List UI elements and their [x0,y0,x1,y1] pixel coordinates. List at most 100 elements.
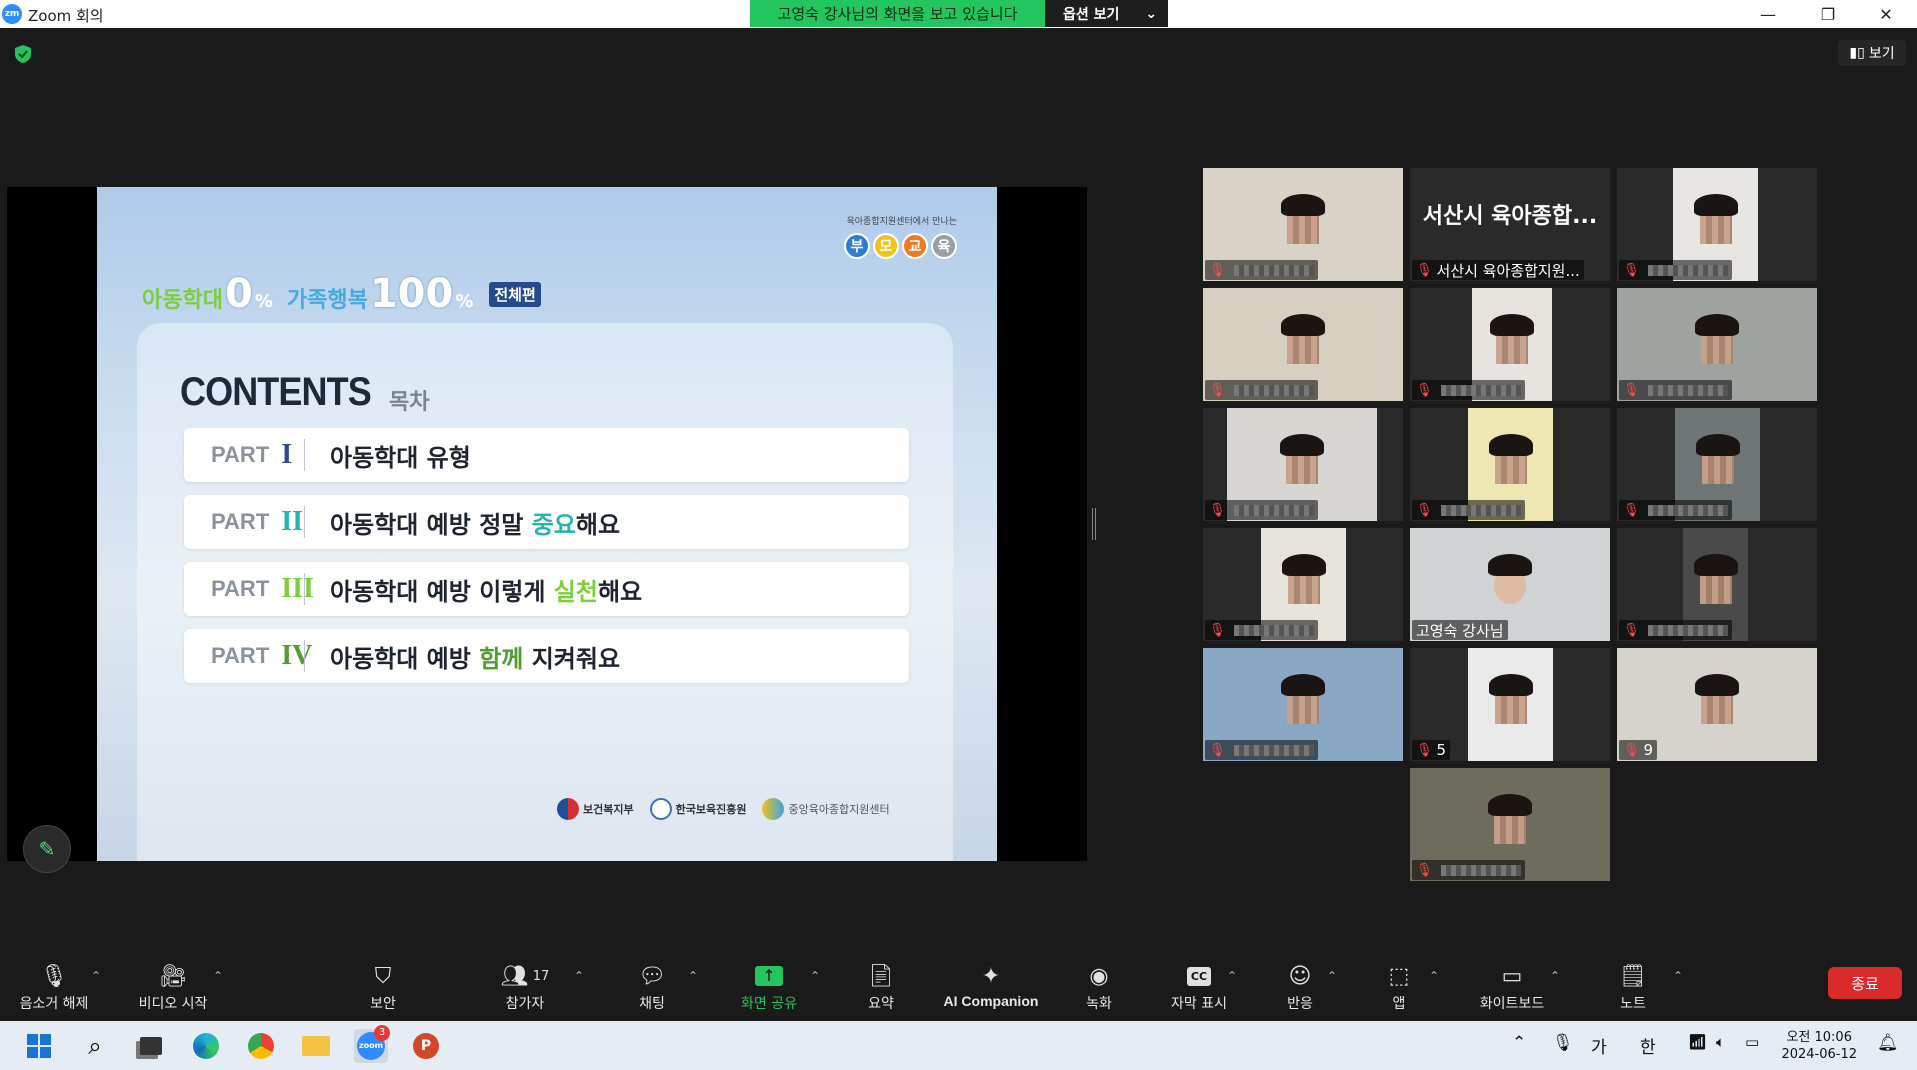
toc-part-label: PART [211,576,270,601]
participant-tile[interactable]: 서산시 육아종합... 🎙︎ 서산시 육아종합지원... [1410,168,1610,281]
participant-name-label: 🎙︎ [1412,500,1525,520]
file-explorer-icon[interactable] [299,1029,333,1063]
chat-options-caret[interactable]: ⌃ [688,969,698,983]
participant-tile[interactable]: 🎙︎ [1617,528,1817,641]
chrome-browser-icon[interactable] [244,1029,278,1063]
video-options-caret[interactable]: ⌃ [213,969,223,983]
share-options-caret[interactable]: ⌃ [810,969,820,983]
ime-mode-1[interactable]: 가 [1591,1033,1607,1058]
participant-tile[interactable]: 🎙︎ 5 [1410,648,1610,761]
contents-card: CONTENTS 목차 PART I 아동학대 유형 PART II 아동학대 예방… [137,323,953,861]
ai-companion-button[interactable]: ✦ AI Companion [940,961,1042,1017]
participant-tile[interactable]: 🎙︎ [1203,288,1403,401]
participant-tile[interactable]: 🎙︎ [1410,288,1610,401]
reactions-options-caret[interactable]: ⌃ [1327,969,1337,983]
show-hidden-icons-caret[interactable]: ⌃ [1512,1033,1526,1053]
participants-button[interactable]: 👥︎ 17 참가자 [490,961,560,1017]
toc-row: PART III 아동학대 예방 이렇게 실천해요 [184,562,909,616]
participant-hair [1488,434,1533,456]
blurred-name [1233,744,1314,756]
audio-options-caret[interactable]: ⌃ [91,969,101,983]
apps-options-caret[interactable]: ⌃ [1429,969,1439,983]
ime-mode-2[interactable]: 한 [1640,1033,1656,1058]
mic-muted-icon: 🎙︎ [1416,382,1433,398]
restore-button[interactable]: ❐ [1808,2,1848,26]
mic-muted-icon: 🎙︎ [1623,262,1640,278]
toc-divider [304,506,305,538]
participant-tile[interactable]: 🎙︎ [1410,768,1610,881]
logo-char: 모 [873,233,899,259]
notes-label: 노트 [1620,996,1646,1012]
notification-bell-icon[interactable]: 🔔︎ [1877,1033,1899,1053]
mic-muted-icon: 🎙︎ [40,963,68,989]
blurred-name [1647,384,1728,396]
reactions-button[interactable]: ☺ 반응 [1283,961,1317,1017]
zoom-taskbar-icon[interactable]: zoom 3 [354,1025,390,1063]
headline-percent: % [254,291,273,312]
panel-resize-handle[interactable] [1092,508,1096,540]
encryption-shield-icon[interactable] [13,44,33,64]
contents-subtitle: 목차 [389,390,430,415]
mic-muted-icon: 🎙︎ [1623,382,1640,398]
participant-tile[interactable]: 🎙︎ [1617,168,1817,281]
task-view-icon[interactable] [134,1029,168,1063]
windows-start-icon[interactable] [22,1029,56,1063]
participant-hair [1488,794,1532,816]
participant-hair [1281,554,1326,576]
share-screen-button[interactable]: ↑ 화면 공유 [733,961,805,1017]
participant-tile[interactable]: 🎙︎ [1410,408,1610,521]
participant-tile[interactable]: 고영숙 강사님 [1410,528,1610,641]
participant-name-label: 🎙︎ [1619,260,1732,280]
participants-options-caret[interactable]: ⌃ [574,969,584,983]
participant-tile[interactable]: 🎙︎ [1203,168,1403,281]
wifi-icon[interactable]: 📶︎ [1688,1033,1707,1051]
window-title: Zoom 회의 [28,7,104,25]
participants-icon: 👥︎ 17 [500,963,550,989]
apps-button[interactable]: ⬚ 앱 [1386,961,1412,1017]
captions-button[interactable]: CC 자막 표시 [1166,961,1232,1017]
toc-title: 아동학대 예방 이렇게 실천해요 [330,577,643,606]
participant-tile[interactable]: 🎙︎ [1617,408,1817,521]
mic-muted-icon: 🎙︎ [1416,262,1433,278]
notes-icon: 🗒︎ [1619,963,1647,989]
edge-browser-icon[interactable] [189,1029,223,1063]
minimize-button[interactable]: — [1748,2,1788,26]
search-icon[interactable]: ⌕ [78,1029,112,1063]
microphone-tray-icon[interactable]: 🎙︎ [1552,1033,1574,1053]
notes-button[interactable]: 🗒︎ 노트 [1618,961,1648,1017]
volume-icon[interactable]: 🔈︎ [1716,1033,1725,1051]
toc-title: 아동학대 예방 정말 중요해요 [330,510,621,539]
center-logo-icon [762,798,785,820]
summary-button[interactable]: 📄︎ 요약 [866,961,896,1017]
view-options-button[interactable]: 옵션 보기 ⌄ [1045,0,1168,27]
whiteboard-options-caret[interactable]: ⌃ [1550,969,1560,983]
whiteboard-button[interactable]: ▭ 화이트보드 [1472,961,1552,1017]
close-button[interactable]: ✕ [1866,2,1906,26]
record-button[interactable]: ◉ 녹화 [1084,961,1114,1017]
clock[interactable]: 오전 10:06 2024-06-12 [1781,1029,1857,1063]
participant-hair [1695,674,1739,696]
share-screen-icon: ↑ [755,961,783,991]
notes-options-caret[interactable]: ⌃ [1673,969,1683,983]
participant-tile[interactable]: 🎙︎ 9 [1617,648,1817,761]
toc-part-label: PART [211,643,270,668]
battery-icon[interactable]: ▭ [1745,1033,1759,1051]
toc-row: PART I 아동학대 유형 [184,428,909,482]
participant-tile[interactable]: 🎙︎ [1617,288,1817,401]
unmute-button[interactable]: 🎙︎ 음소거 해제 [14,961,94,1017]
captions-options-caret[interactable]: ⌃ [1227,969,1237,983]
participant-tile[interactable]: 🎙︎ [1203,528,1403,641]
powerpoint-icon[interactable]: P [409,1029,443,1063]
security-button[interactable]: ⛉ 보안 [362,961,404,1017]
security-label: 보안 [370,996,396,1012]
participant-tile[interactable]: 🎙︎ [1203,648,1403,761]
end-meeting-button[interactable]: 종료 [1828,967,1902,999]
participant-hair [1695,434,1740,456]
participant-tile[interactable]: 🎙︎ [1203,408,1403,521]
annotate-pen-button[interactable]: ✎ [23,825,71,873]
participant-name-label: 🎙︎ [1619,380,1732,400]
view-button[interactable]: ▮▯ 보기 [1838,40,1906,66]
start-video-button[interactable]: 🎥︎ 비디오 시작 [133,961,213,1017]
participant-hair [1281,194,1325,216]
chat-button[interactable]: 💬︎ 채팅 [632,961,672,1017]
